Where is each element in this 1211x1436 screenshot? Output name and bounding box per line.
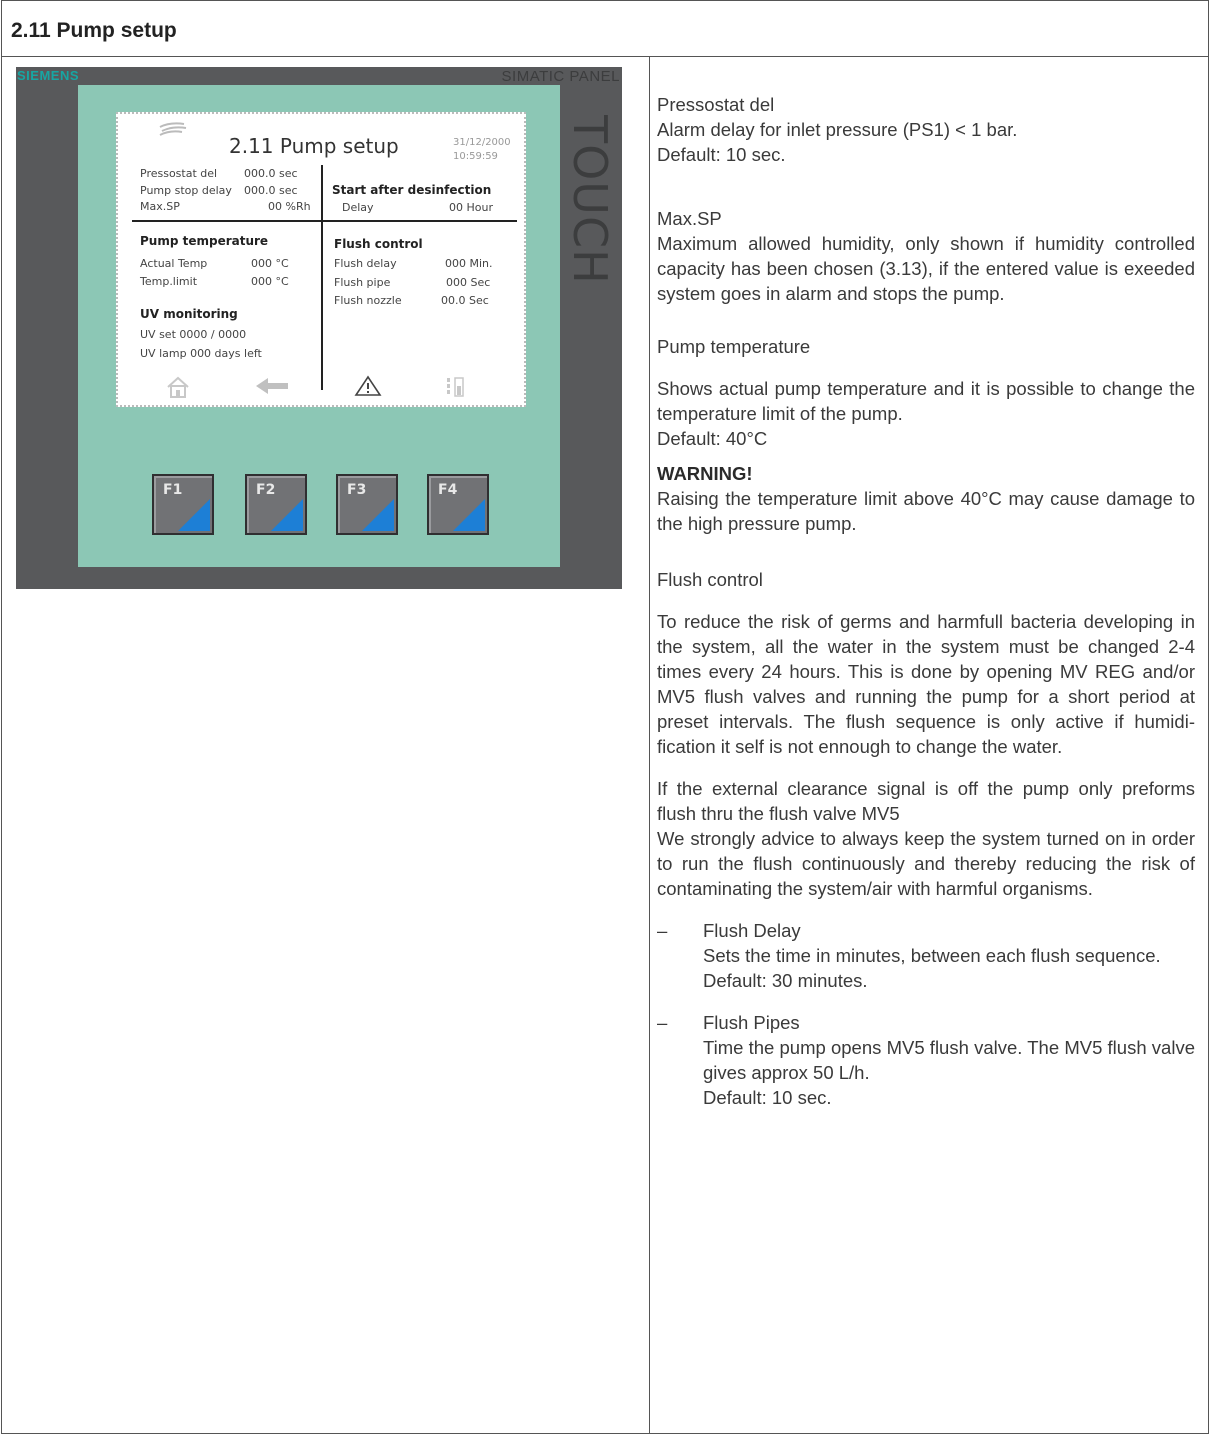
home-icon[interactable]: [166, 376, 190, 398]
screen-title: 2.11 Pump setup: [229, 134, 399, 158]
pressostat-default: Default: 10 sec.: [657, 144, 786, 165]
setting-label: Pressostat del: [140, 167, 218, 180]
pump-temp-heading: Pump temperature: [140, 234, 269, 248]
warning-desc: Raising the temperature limit above 40°C…: [657, 488, 1195, 534]
screen-time: 10:59:59: [453, 151, 498, 162]
svg-text:TOUCH: TOUCH: [563, 115, 617, 285]
bullet-title: Flush Delay: [703, 920, 801, 941]
setting-value[interactable]: 000.0 sec: [244, 184, 298, 197]
uv-lamp-row: UV lamp 000 days left: [140, 347, 262, 360]
list-item: – Flush Pipes Time the pump opens MV5 fl…: [657, 1012, 1195, 1108]
hmi-panel-image: SIEMENS SIMATIC PANEL TOUCH 2.11 Pump se…: [16, 67, 622, 589]
maxsp-title: Max.SP: [657, 208, 722, 229]
bullet-desc: Sets the time in minutes, between each f…: [703, 945, 1161, 966]
flush-control-heading: Flush control: [334, 237, 423, 251]
warning-title: WARNING!: [657, 463, 753, 484]
function-key-f1[interactable]: F1: [152, 474, 214, 535]
bullet-default: Default: 30 minutes.: [703, 970, 868, 991]
flush-control-title: Flush control: [657, 569, 763, 590]
page-title: 2.11 Pump setup: [11, 19, 177, 42]
touch-lettering: TOUCH: [563, 115, 617, 285]
bullet-default: Default: 10 sec.: [703, 1087, 832, 1108]
flush-control-desc: To reduce the risk of germs and harmfull…: [657, 611, 1195, 757]
setting-value[interactable]: 00.0 Sec: [441, 294, 489, 307]
setting-value[interactable]: 00 Hour: [449, 201, 493, 214]
setting-label: Actual Temp: [140, 257, 208, 270]
setting-label: Flush pipe: [334, 276, 391, 289]
section-header: 2.11 Pump setup: [2, 1, 1208, 57]
screen-divider: [321, 222, 323, 390]
screen-date: 31/12/2000: [453, 137, 511, 148]
setting-label: Temp.limit: [140, 275, 198, 288]
bullet-title: Flush Pipes: [703, 1012, 800, 1033]
setting-value[interactable]: 000 °C: [251, 275, 289, 288]
pump-temp-desc: Shows actual pump temperature and it is …: [657, 378, 1195, 424]
advice-desc: We strongly advice to always keep the sy…: [657, 828, 1195, 899]
uv-heading: UV monitoring: [140, 307, 238, 321]
back-arrow-icon[interactable]: [254, 376, 290, 396]
pump-temp-default: Default: 40°C: [657, 428, 768, 449]
uv-set-row[interactable]: UV set 0000 / 0000: [140, 328, 246, 341]
pressostat-title: Pressostat del: [657, 94, 775, 115]
settings-slider-icon[interactable]: [444, 376, 468, 398]
panel-model-label: SIMATIC PANEL: [501, 68, 620, 85]
brand-logo: SIEMENS: [17, 68, 80, 83]
function-key-f3[interactable]: F3: [336, 474, 398, 535]
setting-value[interactable]: 000.0 sec: [244, 167, 298, 180]
maxsp-desc: Maximum allowed humidity, only shown if …: [657, 233, 1195, 304]
screen-divider: [321, 165, 323, 220]
setting-label: Max.SP: [140, 200, 180, 213]
setting-value[interactable]: 000 Sec: [446, 276, 490, 289]
column-divider: [649, 56, 650, 1433]
list-item: – Flush Delay Sets the time in minutes, …: [657, 918, 1195, 993]
setting-value: 000 °C: [251, 257, 289, 270]
start-after-heading: Start after desinfection: [332, 183, 492, 197]
setting-label: Pump stop delay: [140, 184, 232, 197]
pump-temp-title: Pump temperature: [657, 336, 811, 357]
setting-label: Flush delay: [334, 257, 397, 270]
pressostat-desc: Alarm delay for inlet pressure (PS1) < 1…: [657, 119, 1018, 140]
clearance-desc: If the external clearance signal is off …: [657, 778, 1195, 824]
function-key-f2[interactable]: F2: [245, 474, 307, 535]
setting-label: Delay: [342, 201, 374, 214]
setting-value[interactable]: 00 %Rh: [268, 200, 311, 213]
setting-value[interactable]: 000 Min.: [445, 257, 493, 270]
setting-label: Flush nozzle: [334, 294, 402, 307]
bullet-desc: Time the pump opens MV5 flush valve. The…: [703, 1037, 1195, 1083]
function-key-f4[interactable]: F4: [427, 474, 489, 535]
company-logo-icon: [159, 122, 187, 136]
screen-divider: [132, 220, 517, 222]
alarm-warning-icon[interactable]: [354, 375, 382, 397]
hmi-screen: 2.11 Pump setup 31/12/2000 10:59:59 Pres…: [116, 112, 526, 407]
description-column: Pressostat del Alarm delay for inlet pre…: [657, 92, 1195, 1110]
